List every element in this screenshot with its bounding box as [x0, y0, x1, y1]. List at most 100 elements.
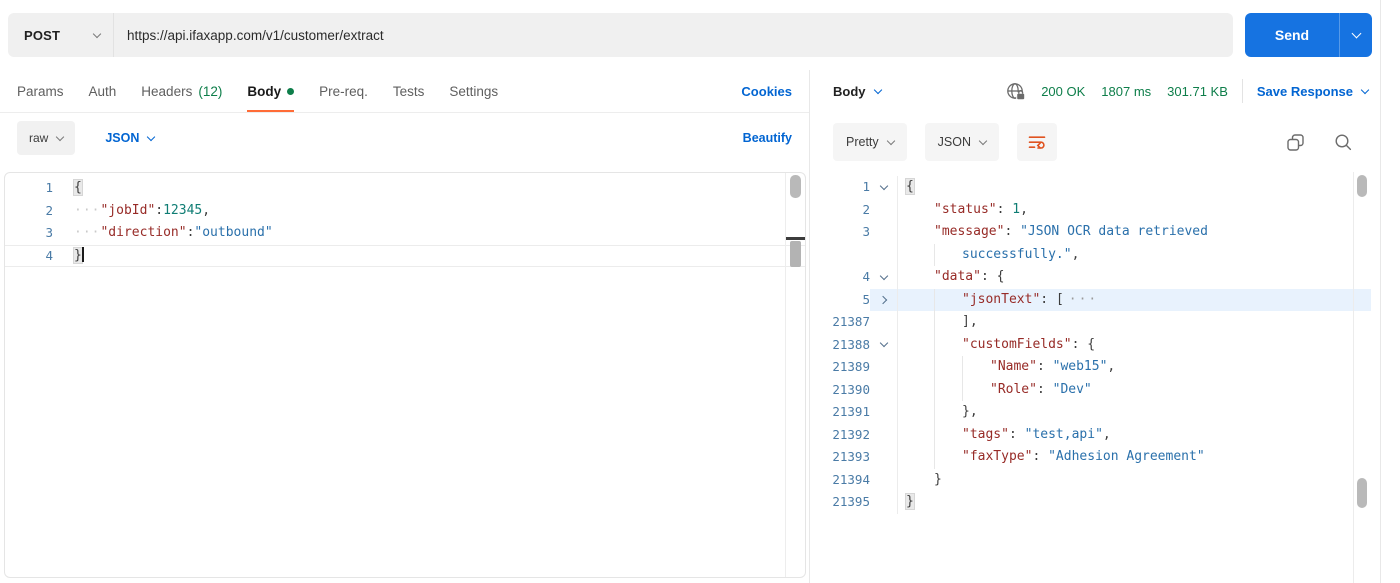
code-token: } [962, 404, 970, 419]
code-line: 21389 "Name": "web15", [811, 356, 1371, 379]
body-type-dropdown[interactable]: raw [17, 121, 76, 155]
line-number: 21388 [832, 336, 870, 352]
format-dropdown[interactable]: Pretty [833, 123, 907, 161]
search-icon[interactable] [1334, 133, 1352, 151]
indent-guide [934, 378, 935, 401]
tab-auth[interactable]: Auth [89, 70, 117, 112]
response-time[interactable]: 1807 ms [1101, 84, 1151, 99]
code-line: 3 ···"direction":"outbound" [5, 222, 805, 245]
line-number: 1 [45, 180, 53, 195]
line-number: 21392 [832, 426, 870, 442]
code-token: } [906, 494, 914, 509]
fold-toggle-icon[interactable] [870, 334, 897, 357]
code-content: } [897, 468, 1371, 491]
indent-guide [934, 401, 935, 424]
globe-lock-icon[interactable] [1006, 81, 1027, 102]
status-badge[interactable]: 200 OK [1041, 84, 1085, 99]
response-header: Body 200 OK 1807 ms 301.71 KB Save Respo… [811, 70, 1380, 112]
headers-count-badge: (12) [198, 83, 223, 99]
beautify-link[interactable]: Beautify [743, 131, 792, 145]
fold-toggle-icon[interactable] [870, 266, 897, 289]
method-selector[interactable]: POST [8, 13, 114, 57]
scrollbar-thumb[interactable] [1357, 478, 1367, 508]
response-language-dropdown[interactable]: JSON [924, 123, 999, 161]
code-token: { [74, 180, 82, 195]
url-input[interactable]: https://api.ifaxapp.com/v1/customer/extr… [114, 28, 384, 43]
url-group: POST https://api.ifaxapp.com/v1/customer… [8, 13, 1233, 57]
code-content: "message": "JSON OCR data retrieved [897, 221, 1371, 244]
chevron-down-icon [56, 132, 65, 141]
request-panel: Params Auth Headers (12) Body Pre-req. Te… [0, 70, 810, 583]
code-content: }, [897, 401, 1371, 424]
tab-params[interactable]: Params [17, 70, 64, 112]
save-response-button[interactable]: Save Response [1257, 84, 1370, 99]
code-content: "Name": "web15", [897, 356, 1371, 379]
code-content: "jsonText": [··· [897, 288, 1371, 311]
code-line: 21395} [811, 491, 1371, 514]
code-token: "Dev" [1052, 381, 1092, 397]
scrollbar-thumb[interactable] [790, 241, 801, 267]
code-line: 4 "data": { [811, 266, 1371, 289]
response-size[interactable]: 301.71 KB [1167, 84, 1228, 99]
code-token: } [934, 471, 942, 487]
panel-edge-divider [1380, 0, 1381, 583]
code-content: "tags": "test,api", [897, 423, 1371, 446]
tab-settings[interactable]: Settings [449, 70, 498, 112]
divider [1241, 79, 1243, 103]
response-body-viewer[interactable]: 1{2 "status": 1, 3 "message": "JSON OCR dat… [811, 172, 1380, 583]
code-token: , [202, 202, 211, 218]
code-content: "data": { [897, 266, 1371, 289]
code-content: ], [897, 311, 1371, 334]
request-editor-scrollbar [785, 173, 805, 577]
code-line: 2 "status": 1, [811, 198, 1371, 222]
code-token: : [1036, 381, 1053, 397]
tab-pre-request[interactable]: Pre-req. [319, 70, 368, 112]
send-button[interactable]: Send [1245, 13, 1339, 57]
code-token: "message" [934, 224, 1005, 239]
fold-toggle-icon[interactable] [870, 176, 897, 199]
code-token: "direction" [100, 225, 187, 240]
code-line: 21387], [811, 311, 1371, 334]
send-button-group: Send [1245, 13, 1372, 57]
line-number: 2 [862, 201, 870, 217]
code-token: : [980, 269, 997, 284]
code-token: , [969, 404, 978, 419]
code-token: : [1036, 359, 1053, 374]
wrap-line-button[interactable] [1017, 123, 1057, 161]
line-number: 21387 [832, 314, 870, 329]
copy-icon[interactable] [1287, 133, 1304, 151]
code-token: : [1008, 426, 1025, 442]
code-token: , [1107, 359, 1116, 374]
code-content: ···"direction":"outbound" [74, 222, 805, 245]
language-dropdown[interactable]: JSON [105, 131, 156, 145]
text-cursor [81, 246, 84, 262]
tab-body[interactable]: Body [247, 70, 295, 112]
scrollbar-thumb[interactable] [790, 175, 801, 198]
cursor-position-marker [786, 237, 805, 240]
code-line: 2 ···"jobId":12345, [5, 200, 805, 223]
code-token: "status" [934, 201, 997, 217]
code-token: { [996, 269, 1005, 284]
wrap-line-icon [1028, 135, 1046, 149]
code-token: , [1102, 426, 1111, 442]
code-token: : [1032, 449, 1049, 464]
code-token: "JSON OCR data retrieved [1020, 224, 1208, 239]
send-options-button[interactable] [1339, 13, 1372, 57]
indent-guide [934, 243, 935, 266]
scrollbar-thumb[interactable] [1357, 175, 1367, 197]
response-panel: Body 200 OK 1807 ms 301.71 KB Save Respo… [811, 70, 1380, 583]
request-body-editor[interactable]: 1 {2 ···"jobId":12345, 3 ···"direction":"out… [4, 172, 806, 578]
code-line: 4} [5, 245, 805, 268]
tab-headers[interactable]: Headers (12) [141, 70, 222, 112]
code-token: 1 [1012, 201, 1021, 217]
code-line: 21394} [811, 468, 1371, 491]
code-content: "customFields": { [897, 333, 1371, 356]
response-view-dropdown[interactable]: Body [833, 84, 882, 99]
fold-toggle-icon[interactable] [870, 288, 897, 311]
cookies-link[interactable]: Cookies [741, 84, 792, 99]
code-content: { [897, 176, 1371, 199]
tab-tests[interactable]: Tests [393, 70, 425, 112]
